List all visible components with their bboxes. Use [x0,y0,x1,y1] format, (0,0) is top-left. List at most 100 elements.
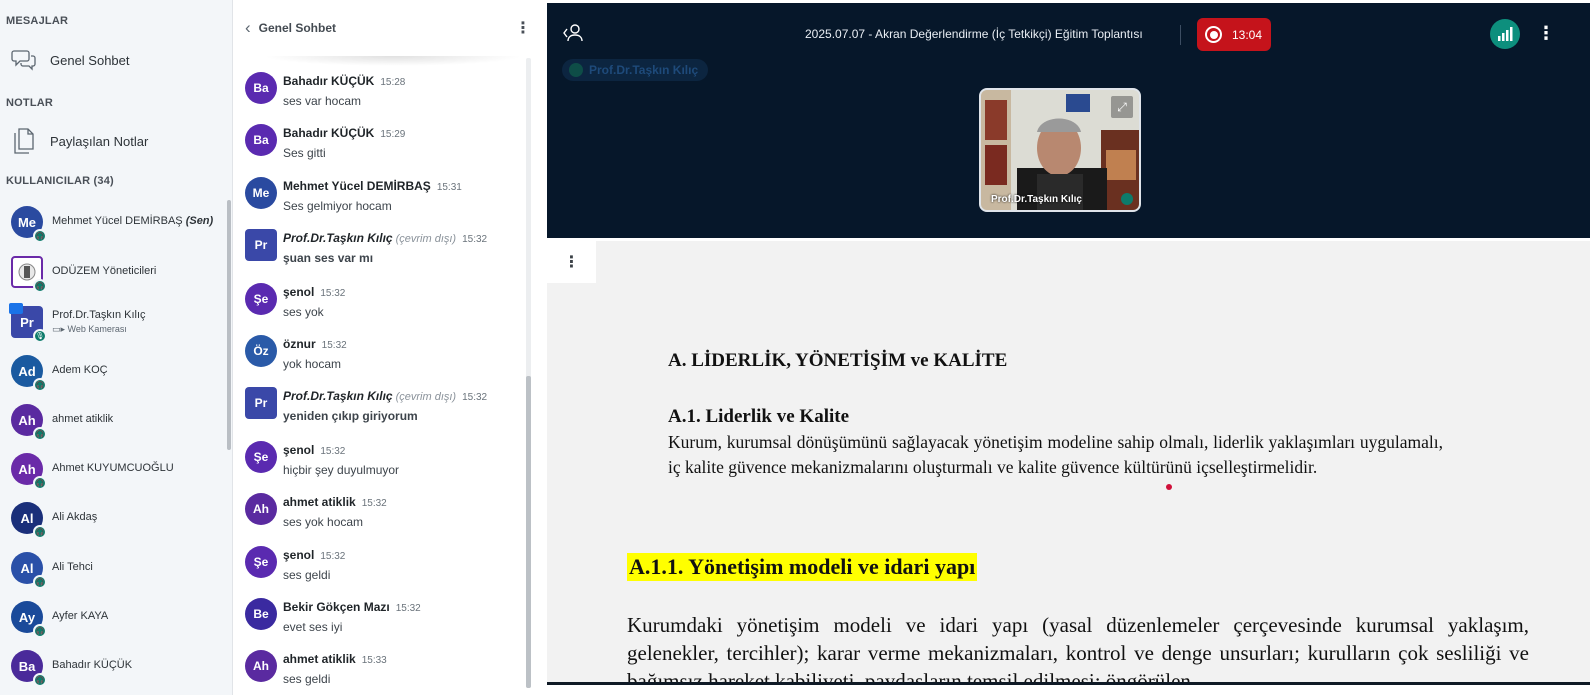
user-name: Ali Tehci [52,561,93,573]
message-text: Ses gelmiyor hocam [283,199,392,213]
sender-name: şenol [283,443,315,457]
user-item[interactable]: Ah 🎧 Ahmet KUYUMCUOĞLU [0,447,225,491]
user-name: Ali Akdaş [52,511,98,523]
chat-message: Me Mehmet Yücel DEMİRBAŞ 15:31 Ses gelmiy… [245,173,525,225]
message-time: 15:32 [320,288,346,299]
user-name: ODÜZEM Yöneticileri [52,265,157,277]
conference-app: MESAJLAR Genel Sohbet NOTLAR Paylaşılan … [0,0,1590,695]
toggle-user-list-button[interactable] [561,21,585,45]
webcam-user-name: Prof.Dr.Taşkın Kılıç [991,194,1082,205]
back-chevron-icon[interactable]: ‹ [245,18,251,38]
user-name: Adem KOÇ [52,364,108,376]
recording-button[interactable]: 13:04 [1197,18,1271,51]
sender-avatar: Be [245,598,277,630]
headset-icon: 🎧 [33,525,47,539]
sender-avatar: Ah [245,493,277,525]
laser-pointer [1166,484,1172,490]
chat-message: Şe şenol 15:32 hiçbir şey duyulmuyor [245,437,525,489]
chat-scrollbar[interactable] [526,376,531,688]
user-list-icon [563,24,583,42]
microphone-icon [569,63,583,77]
general-chat-link[interactable]: Genel Sohbet [0,42,225,78]
slide-heading-highlighted: A.1.1. Yönetişim modeli ve idari yapı [627,553,978,581]
chat-message: Ah ahmet atiklik 15:33 ses geldi [245,646,525,695]
user-item[interactable]: 🎧 ODÜZEM Yöneticileri [0,250,225,294]
slide-heading-2: A.1. Liderlik ve Kalite [668,406,850,427]
messages-section-title: MESAJLAR [6,15,69,27]
user-list-scrollbar[interactable] [227,200,231,450]
message-text: ses yok [283,305,324,319]
user-item[interactable]: Me 🎧 Mehmet Yücel DEMİRBAŞ (Sen) [0,200,225,244]
user-item[interactable]: Ay 🎧 Ayfer KAYA [0,595,225,639]
chat-bubbles-icon [11,47,37,73]
record-icon [1205,26,1222,43]
sender-name: ahmet atiklik [283,652,356,666]
options-menu-icon[interactable]: ⋮ [1537,23,1555,44]
fullscreen-icon[interactable]: ⤢ [1111,96,1133,118]
talking-indicator[interactable]: Prof.Dr.Taşkın Kılıç [562,59,708,81]
shared-notes-link[interactable]: Paylaşılan Notlar [0,123,225,159]
message-text: Ses gitti [283,146,326,160]
meeting-topbar: 2025.07.07 - Akran Değerlendirme (İç Tet… [547,3,1590,238]
message-time: 15:32 [462,234,488,245]
sender-avatar: Pr [245,229,277,261]
user-item[interactable]: Ba 🎧 Bahadır KÜÇÜK [0,644,225,688]
chat-message: Öz öznur 15:32 yok hocam [245,331,525,383]
sender-avatar: Ah [245,650,277,682]
microphone-icon [1121,193,1133,205]
recording-time: 13:04 [1232,27,1263,42]
user-name: Mehmet Yücel DEMİRBAŞ [52,215,183,227]
sender-avatar: Şe [245,283,277,315]
divider [1180,25,1181,45]
presentation-slide: A. LİDERLİK, YÖNETİŞİM ve KALİTE A.1. Li… [547,241,1590,693]
sender-avatar: Pr [245,387,277,419]
main-area: 2025.07.07 - Akran Değerlendirme (İç Tet… [547,0,1590,695]
message-time: 15:32 [361,498,387,509]
sender-avatar: Şe [245,546,277,578]
offline-label: (çevrim dışı) [395,233,457,245]
chat-title: Genel Sohbet [258,20,337,35]
chat-options-icon[interactable]: ⋮ [515,18,531,38]
chat-message: Be Bekir Gökçen Mazı 15:32 evet ses iyi [245,594,525,646]
sender-avatar: Ba [245,72,277,104]
slide-heading-1: A. LİDERLİK, YÖNETİŞİM ve KALİTE [668,350,1008,371]
sender-name: Bekir Gökçen Mazı [283,600,390,614]
user-name: Prof.Dr.Taşkın Kılıç [52,309,146,321]
chat-message-presenter: Pr Prof.Dr.Taşkın Kılıç (çevrim dışı) 15:3… [245,383,525,435]
message-time: 15:32 [321,340,347,351]
headset-icon: 🎧 [33,673,47,687]
user-item[interactable]: Ad 🎧 Adem KOÇ [0,349,225,393]
user-item[interactable]: Ah 🎧 ahmet atiklik [0,398,225,442]
headset-icon: 🎧 [33,624,47,638]
chat-header: ‹ Genel Sohbet ⋮ [233,0,547,55]
you-label: (Sen) [185,215,214,227]
sender-name: şenol [283,548,315,562]
user-name: Bahadır KÜÇÜK [52,659,133,671]
chat-message: Şe şenol 15:32 ses geldi [245,542,525,594]
message-time: 15:32 [462,392,488,403]
message-text: yok hocam [283,357,342,371]
webcam-tile[interactable]: ⤢ Prof.Dr.Taşkın Kılıç [979,88,1141,212]
message-text: ses var hocam [283,94,362,108]
user-item[interactable]: Al 🎧 Ali Akdaş [0,496,225,540]
headset-icon: 🎧 [33,476,47,490]
sender-avatar: Şe [245,441,277,473]
user-item-presenter[interactable]: Pr 🎙 Prof.Dr.Taşkın Kılıç ▭▸ Web Kameras… [0,300,225,344]
connection-status-button[interactable] [1490,19,1520,49]
sender-avatar: Me [245,177,277,209]
users-section-title: KULLANICILAR (34) [6,175,114,187]
user-name: ahmet atiklik [52,413,114,425]
general-chat-label: Genel Sohbet [50,52,130,68]
message-time: 15:32 [395,603,421,614]
presentation-options-icon[interactable]: ⋮ [547,241,596,283]
headset-icon: 🎧 [33,229,47,243]
notes-section-title: NOTLAR [6,97,54,109]
headset-icon: 🎧 [33,427,47,441]
microphone-icon: 🎙 [33,329,47,343]
sender-name: Prof.Dr.Taşkın Kılıç [283,231,393,245]
user-name: Ahmet KUYUMCUOĞLU [52,462,174,474]
sender-name: Mehmet Yücel DEMİRBAŞ [283,179,431,193]
sender-name: ahmet atiklik [283,495,356,509]
notes-icon [11,128,37,154]
user-item[interactable]: Al 🎧 Ali Tehci [0,546,225,590]
